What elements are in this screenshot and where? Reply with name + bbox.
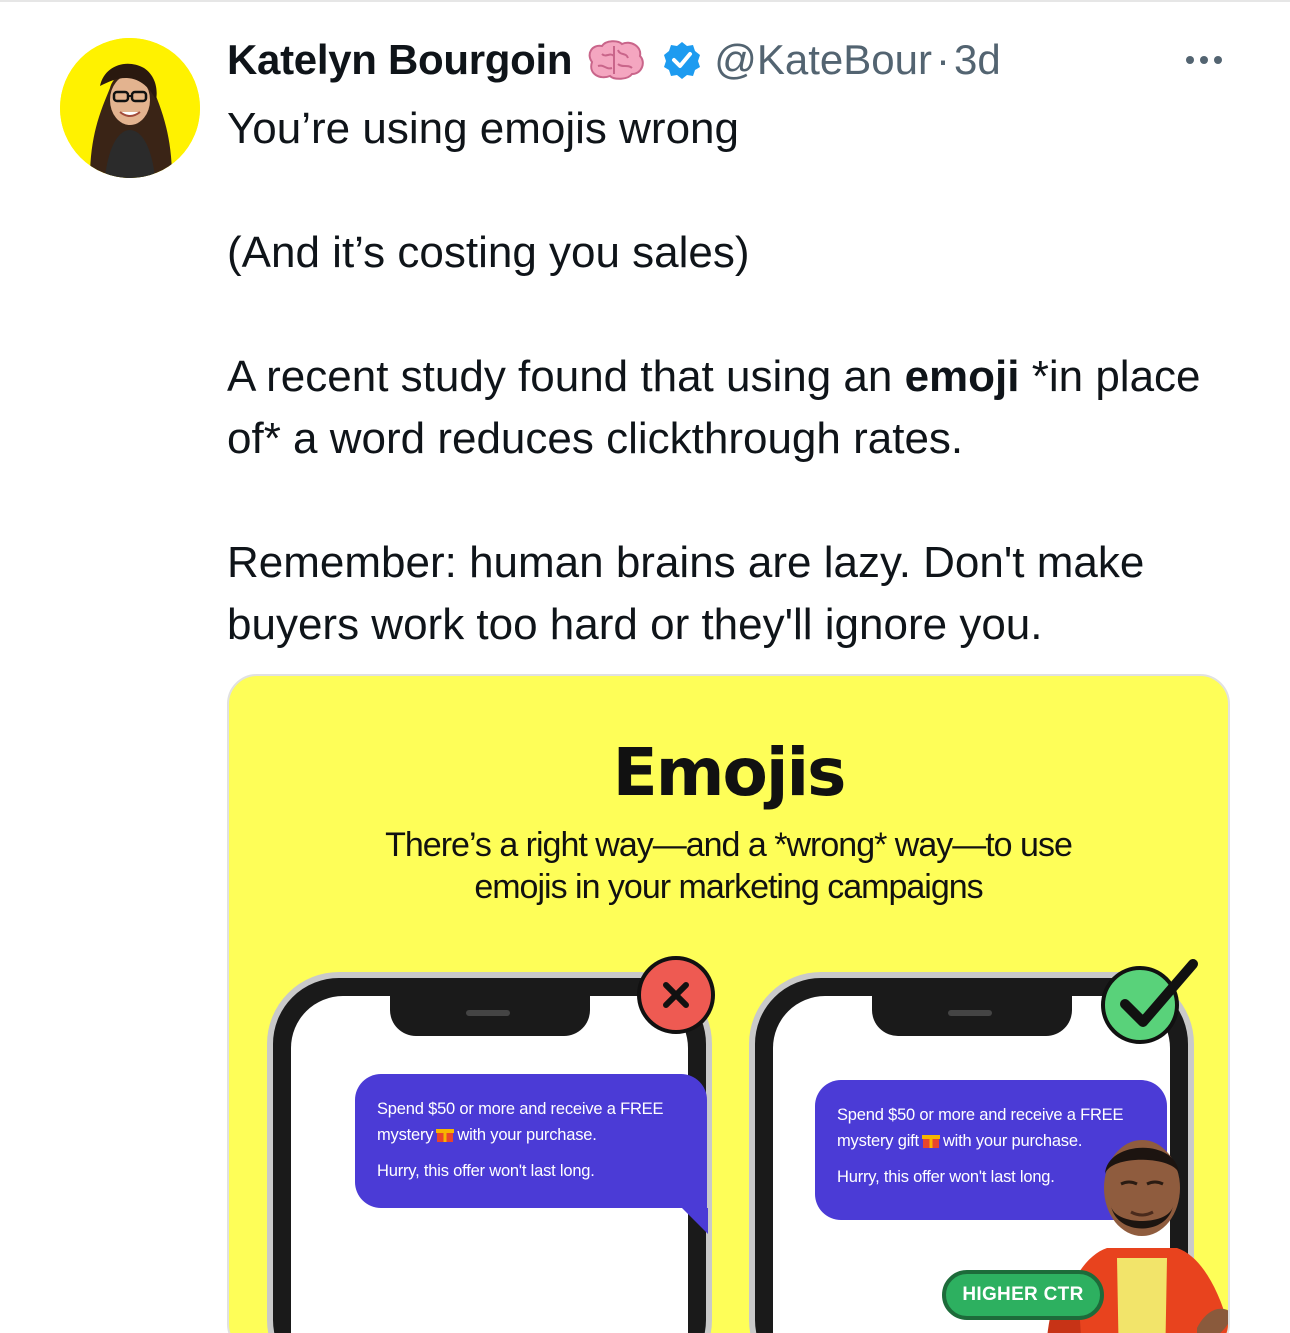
- message-bubble-wrong: Spend $50 or more and receive a FREE mys…: [355, 1074, 708, 1234]
- card-subtitle: There’s a right way—and a *wrong* way—to…: [385, 826, 1073, 906]
- phone-notch: [389, 996, 590, 1036]
- avatar-photo: [60, 38, 200, 178]
- tweet-header: Katelyn Bourgoin @KateBour · 3d: [227, 32, 1001, 88]
- separator-dot: ·: [935, 36, 950, 83]
- brain-icon: [584, 38, 646, 82]
- tweet-line-3: A recent study found that using an emoji…: [227, 352, 1201, 463]
- phone-wrong-example: Spend $50 or more and receive a FREE mys…: [267, 972, 712, 1333]
- phone-notch: [871, 996, 1072, 1036]
- author-avatar[interactable]: [60, 38, 200, 178]
- tweet-line-1: You’re using emojis wrong: [227, 104, 739, 153]
- author-handle[interactable]: @KateBour: [714, 36, 932, 84]
- x-icon: [637, 956, 715, 1034]
- verified-badge-icon[interactable]: [662, 40, 702, 80]
- tweet-media-image[interactable]: Emojis There’s a right way—and a *wrong*…: [227, 674, 1230, 1333]
- bold-word: emoji: [904, 352, 1020, 401]
- tweet-line-2: (And it’s costing you sales): [227, 228, 750, 277]
- gift-icon: [436, 1124, 455, 1142]
- top-divider: [0, 0, 1290, 2]
- higher-ctr-badge: HIGHER CTR: [942, 1270, 1104, 1320]
- more-options-icon[interactable]: [1180, 50, 1228, 70]
- card-title: Emojis: [612, 734, 847, 811]
- gift-icon: [921, 1130, 940, 1148]
- check-icon: [1101, 959, 1198, 1044]
- author-name[interactable]: Katelyn Bourgoin: [227, 36, 573, 84]
- tweet-time[interactable]: 3d: [954, 36, 1001, 84]
- tweet-line-4: Remember: human brains are lazy. Don't m…: [227, 538, 1145, 649]
- tweet-body: You’re using emojis wrong (And it’s cost…: [227, 98, 1237, 656]
